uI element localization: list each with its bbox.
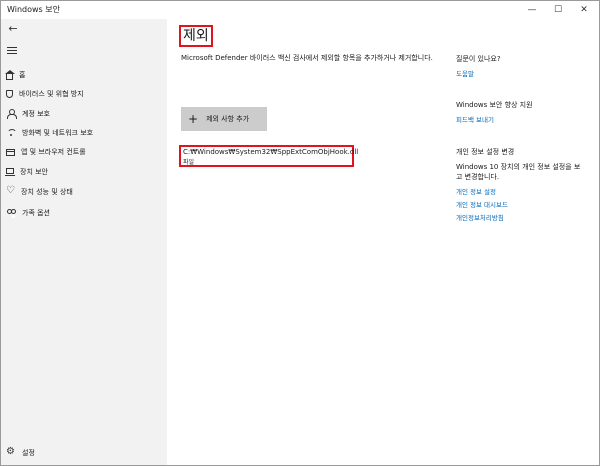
close-button[interactable]: ✕ xyxy=(571,1,597,19)
sidebar-item-label: 설정 xyxy=(22,449,35,457)
exclusion-path: C:₩Windows₩System32₩SppExtComObjHook.dll xyxy=(183,148,359,156)
main-content: 제외 Microsoft Defender 바이러스 백신 검사에서 제외할 항… xyxy=(167,19,599,465)
hamburger-menu-icon[interactable] xyxy=(5,43,21,57)
help-link[interactable]: 도움말 xyxy=(456,68,474,78)
privacy-statement-link[interactable]: 개인정보처리방침 xyxy=(456,212,504,222)
sidebar-item-app-browser[interactable]: 앱 및 브라우저 컨트롤 xyxy=(1,143,167,161)
back-arrow-icon[interactable]: ← xyxy=(5,21,21,35)
improve-heading: Windows 보안 향상 지원 xyxy=(456,101,533,109)
sidebar-item-device-health[interactable]: 장치 성능 및 상태 xyxy=(1,183,167,201)
sidebar-item-label: 장치 성능 및 상태 xyxy=(21,188,73,196)
sidebar-item-device-security[interactable]: 장치 보안 xyxy=(1,163,167,181)
plus-icon: + xyxy=(188,112,199,126)
sidebar-item-account-protection[interactable]: 계정 보호 xyxy=(1,105,167,123)
privacy-settings-link[interactable]: 개인 정보 설정 xyxy=(456,186,496,196)
home-icon xyxy=(5,69,15,80)
privacy-dashboard-link[interactable]: 개인 정보 대시보드 xyxy=(456,199,508,209)
shield-icon xyxy=(6,90,13,98)
wifi-icon xyxy=(6,128,17,138)
minimize-button[interactable]: — xyxy=(519,1,545,19)
sidebar: ← 홈 바이러스 및 위협 방지 계정 보호 방화벽 및 네트워크 보호 앱 및… xyxy=(1,19,167,465)
title-bar: Windows 보안 — ☐ ✕ xyxy=(1,1,599,19)
add-exclusion-label: 제외 사항 추가 xyxy=(206,115,250,123)
gear-icon xyxy=(6,446,16,458)
privacy-description: Windows 10 장치의 개인 정보 설정을 보고 변경합니다. xyxy=(456,163,581,181)
sidebar-item-label: 가족 옵션 xyxy=(22,209,50,217)
sidebar-item-settings[interactable]: 설정 xyxy=(1,444,167,462)
add-exclusion-button[interactable]: + 제외 사항 추가 xyxy=(181,107,267,131)
sidebar-item-label: 바이러스 및 위협 방지 xyxy=(19,90,84,98)
sidebar-item-label: 방화벽 및 네트워크 보호 xyxy=(22,129,94,137)
person-icon xyxy=(6,109,17,119)
page-title: 제외 xyxy=(179,25,213,47)
sidebar-item-label: 앱 및 브라우저 컨트롤 xyxy=(21,148,86,156)
laptop-icon xyxy=(5,168,15,176)
help-heading: 질문이 있나요? xyxy=(456,55,501,63)
page-description: Microsoft Defender 바이러스 백신 검사에서 제외할 항목을 … xyxy=(181,54,433,62)
sidebar-item-virus-protection[interactable]: 바이러스 및 위협 방지 xyxy=(1,85,167,103)
app-window: Windows 보안 — ☐ ✕ ← 홈 바이러스 및 위협 방지 계정 보호 … xyxy=(0,0,600,466)
feedback-link[interactable]: 피드백 보내기 xyxy=(456,114,494,124)
sidebar-item-label: 계정 보호 xyxy=(22,110,50,118)
sidebar-item-label: 장치 보안 xyxy=(20,168,48,176)
family-icon xyxy=(6,208,16,218)
app-window-icon xyxy=(6,148,15,156)
exclusion-item[interactable]: C:₩Windows₩System32₩SppExtComObjHook.dll… xyxy=(179,145,358,167)
sidebar-item-home[interactable]: 홈 xyxy=(1,66,167,84)
privacy-heading: 개인 정보 설정 변경 xyxy=(456,148,515,156)
exclusion-type: 파일 xyxy=(183,159,195,166)
window-title: Windows 보안 xyxy=(7,5,60,14)
sidebar-item-family-options[interactable]: 가족 옵션 xyxy=(1,204,167,222)
maximize-button[interactable]: ☐ xyxy=(545,1,571,19)
sidebar-item-label: 홈 xyxy=(19,71,26,79)
sidebar-item-firewall[interactable]: 방화벽 및 네트워크 보호 xyxy=(1,124,167,142)
heart-icon xyxy=(6,185,15,196)
